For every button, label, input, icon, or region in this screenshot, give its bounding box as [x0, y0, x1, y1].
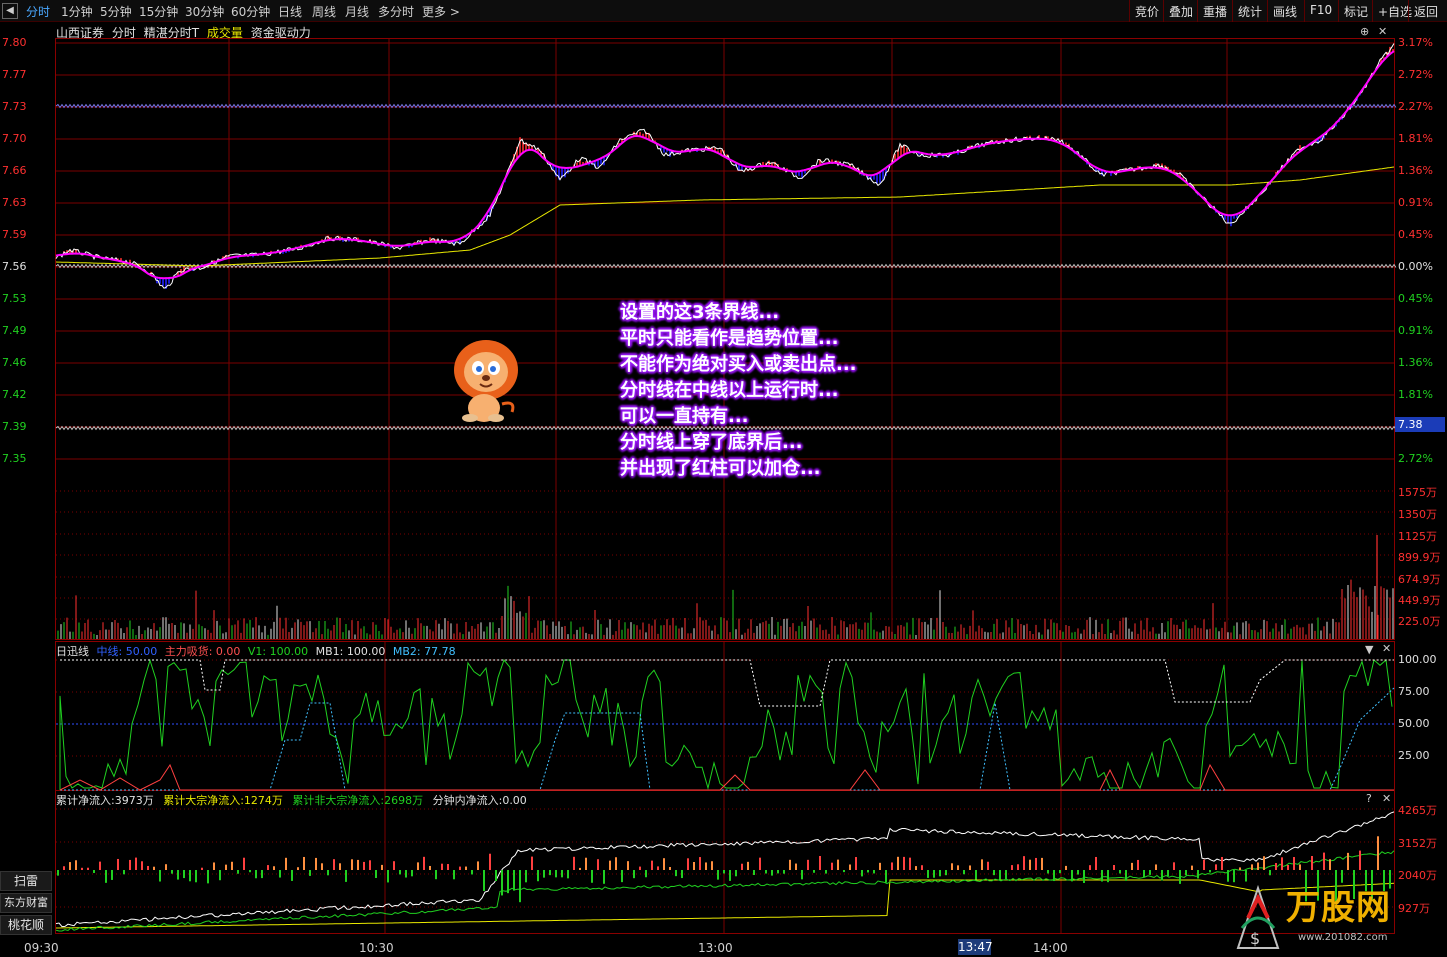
price-tick: 7.70	[2, 132, 27, 145]
oscillator-tick: 100.00	[1398, 653, 1437, 666]
price-tick: 7.35	[2, 452, 27, 465]
percent-tick: 1.81%	[1398, 388, 1433, 401]
percent-tick: 3.17%	[1398, 36, 1433, 49]
oscillator-header: 日迅线 中线: 50.00 主力吸货: 0.00 V1: 100.00 MB1:…	[56, 643, 456, 659]
percent-tick: 0.91%	[1398, 196, 1433, 209]
annotation-line: 不能作为绝对买入或卖出点...	[620, 354, 857, 375]
percent-tick: 2.72%	[1398, 452, 1433, 465]
watermark: $ 万股网 www.201082.com	[1228, 872, 1428, 954]
annotation-line: 设置的这3条界线...	[620, 302, 780, 323]
volume-tick: 1125万	[1398, 530, 1437, 543]
mb2-line	[60, 687, 1395, 791]
time-tick: 09:30	[24, 941, 59, 955]
big-flow-line	[56, 879, 1395, 929]
flow-tick: 4265万	[1398, 804, 1437, 817]
annotation-line: 平时只能看作是趋势位置...	[620, 328, 839, 349]
oscillator-mb1-value: MB1: 100.00	[315, 645, 386, 658]
time-tick: 10:30	[359, 941, 394, 955]
trend-line	[55, 50, 1395, 280]
oscillator-tick: 75.00	[1398, 685, 1430, 698]
percent-tick: 1.81%	[1398, 132, 1433, 145]
price-tick: 7.49	[2, 324, 27, 337]
v1-line	[59, 658, 1393, 790]
volume-tick: 674.9万	[1398, 573, 1441, 586]
percent-tick: 1.36%	[1398, 356, 1433, 369]
price-line	[55, 43, 1395, 289]
price-tick: 7.66	[2, 164, 27, 177]
average-price-line	[55, 166, 1395, 267]
mb1-line	[60, 659, 1394, 707]
percent-tick: 0.45%	[1398, 292, 1433, 305]
flow-tick: 3152万	[1398, 837, 1437, 850]
percent-tick: 0.45%	[1398, 228, 1433, 241]
oscillator-v1-value: V1: 100.00	[247, 645, 309, 658]
percent-tick: 1.36%	[1398, 164, 1433, 177]
percent-tick: 2.72%	[1398, 68, 1433, 81]
chevron-down-icon[interactable]: ▼	[1365, 643, 1373, 656]
price-tick: 7.73	[2, 100, 27, 113]
annotation-line: 可以一直持有...	[620, 406, 749, 427]
price-tick: 7.77	[2, 68, 27, 81]
annotation-line: 分时线在中线以上运行时...	[620, 380, 839, 401]
lion-mascot-icon	[454, 340, 518, 422]
close-icon[interactable]: ✕	[1382, 642, 1391, 655]
volume-tick: 449.9万	[1398, 594, 1441, 607]
price-tick: 7.59	[2, 228, 27, 241]
oscillator-tick: 25.00	[1398, 749, 1430, 762]
volume-tick: 899.9万	[1398, 551, 1441, 564]
help-icon[interactable]: ?	[1366, 792, 1372, 805]
watermark-brand: 万股网	[1286, 888, 1391, 928]
fund-flow-header: 累计净流入:3973万 累计大宗净流入:1274万 累计非大宗净流入:2698万…	[56, 792, 527, 808]
bull-logo-icon: $	[1236, 884, 1280, 949]
oscillator-tick: 50.00	[1398, 717, 1430, 730]
oscillator-name[interactable]: 日迅线	[56, 645, 89, 658]
percent-tick: 2.27%	[1398, 100, 1433, 113]
scan-mine-button[interactable]: 扫雷	[0, 871, 52, 891]
price-tick: 7.56	[2, 260, 27, 273]
volume-tick: 1350万	[1398, 508, 1437, 521]
time-tick: 14:00	[1033, 941, 1068, 955]
annotation-line: 分时线上穿了底界后...	[620, 432, 803, 453]
nonbig-net-inflow: 累计非大宗净流入:2698万	[292, 794, 424, 807]
price-tick: 7.80	[2, 36, 27, 49]
price-tick: 7.53	[2, 292, 27, 305]
eastmoney-button[interactable]: 东方财富	[0, 893, 52, 913]
cursor-time-badge: 13:47	[958, 939, 993, 955]
watermark-url: www.201082.com	[1298, 932, 1388, 943]
price-tick: 7.42	[2, 388, 27, 401]
volume-tick: 1575万	[1398, 486, 1437, 499]
price-tick: 7.39	[2, 420, 27, 433]
percent-tick: 0.00%	[1398, 260, 1433, 273]
svg-text:$: $	[1250, 929, 1260, 948]
oscillator-mb2-value: MB2: 77.78	[392, 645, 456, 658]
current-price-tag: 7.38	[1395, 417, 1445, 432]
main-absorb-line	[59, 763, 1394, 791]
oscillator-mid-value: 中线: 50.00	[96, 645, 158, 658]
price-tick: 7.63	[2, 196, 27, 209]
volume-bars	[57, 535, 1394, 639]
total-net-inflow: 累计净流入:3973万	[56, 794, 154, 807]
minute-net-inflow: 分钟内净流入:0.00	[432, 794, 527, 807]
taohuashun-button[interactable]: 桃花顺	[0, 915, 52, 935]
annotation-text: 设置的这3条界线... 平时只能看作是趋势位置... 不能作为绝对买入或卖出点.…	[620, 300, 857, 482]
volume-tick: 225.0万	[1398, 615, 1441, 628]
time-tick: 13:00	[698, 941, 733, 955]
annotation-line: 并出现了红柱可以加仓...	[620, 458, 821, 479]
total-flow-line	[55, 811, 1395, 928]
big-net-inflow: 累计大宗净流入:1274万	[163, 794, 283, 807]
close-icon[interactable]: ✕	[1382, 792, 1391, 805]
nonbig-flow-line	[55, 850, 1395, 932]
oscillator-main-value: 主力吸货: 0.00	[164, 645, 241, 658]
price-tick: 7.46	[2, 356, 27, 369]
percent-tick: 0.91%	[1398, 324, 1433, 337]
